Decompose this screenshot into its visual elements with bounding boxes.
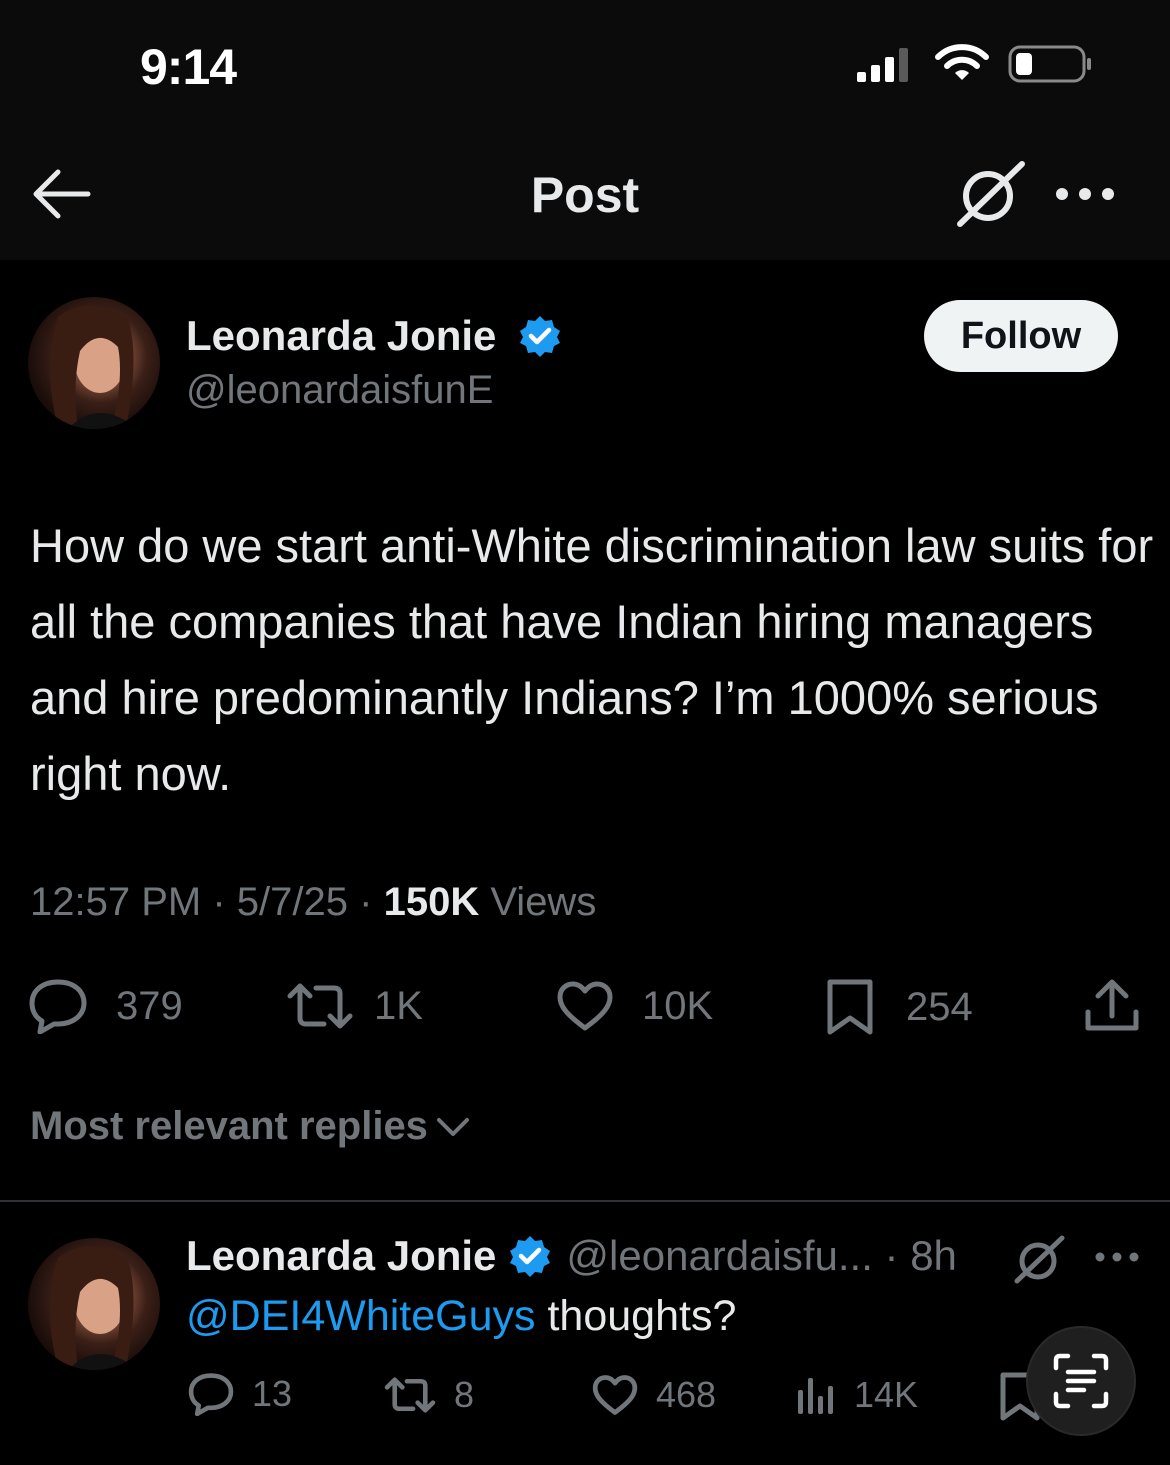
reply-repost-count: 8 — [454, 1374, 475, 1415]
heart-icon — [592, 1375, 638, 1415]
reply-views-button[interactable]: 14K — [796, 1374, 918, 1416]
repost-icon — [287, 983, 353, 1029]
meta-separator: · — [359, 880, 373, 924]
post-time: 12:57 PM — [30, 880, 202, 924]
text-scan-icon — [1053, 1353, 1109, 1409]
reply-reply-count: 13 — [252, 1373, 293, 1414]
divider — [0, 1200, 1170, 1202]
meta-separator: · — [212, 880, 226, 924]
more-icon[interactable] — [1094, 1246, 1140, 1268]
repost-button[interactable]: 1K — [286, 980, 423, 1032]
reply-like-count: 468 — [656, 1374, 717, 1415]
reply-body: thoughts? — [535, 1292, 737, 1340]
reply-header: Leonarda Jonie @leonardaisfu... · 8h — [186, 1232, 957, 1280]
reply-like-button[interactable]: 468 — [592, 1374, 716, 1416]
like-count: 10K — [642, 983, 714, 1028]
wifi-icon — [935, 44, 989, 80]
avatar-image — [50, 305, 138, 429]
bookmark-count: 254 — [906, 984, 973, 1029]
grok-icon[interactable] — [954, 160, 1026, 228]
post-meta: 12:57 PM · 5/7/25 · 150K Views — [30, 880, 596, 925]
bookmark-button[interactable]: 254 — [826, 978, 973, 1036]
reply-views-count: 14K — [854, 1374, 919, 1415]
share-button[interactable] — [1084, 978, 1140, 1034]
reply-repost-button[interactable]: 8 — [384, 1374, 474, 1416]
live-text-button[interactable] — [1028, 1328, 1134, 1434]
follow-button[interactable]: Follow — [924, 300, 1118, 372]
author-name[interactable]: Leonarda Jonie — [186, 312, 496, 360]
reply-count: 379 — [116, 983, 183, 1028]
reply-handle-time[interactable]: @leonardaisfu... · 8h — [566, 1232, 957, 1280]
post-text: How do we start anti-White discriminatio… — [30, 519, 1154, 800]
like-button[interactable]: 10K — [556, 980, 713, 1032]
share-icon — [1085, 979, 1139, 1031]
more-icon[interactable] — [1052, 178, 1118, 210]
reply-icon — [29, 979, 87, 1034]
author-handle[interactable]: @leonardaisfunE — [186, 368, 493, 413]
mention-link[interactable]: @DEI4WhiteGuys — [186, 1292, 536, 1340]
reply-avatar[interactable] — [28, 1238, 160, 1370]
verified-badge-icon — [520, 316, 560, 357]
repost-icon — [384, 1377, 436, 1413]
views-icon — [798, 1378, 833, 1414]
views-count: 150K — [383, 880, 480, 924]
nav-bar: Post — [0, 130, 1170, 260]
avatar[interactable] — [28, 297, 160, 429]
signal-icon — [857, 48, 908, 82]
replies-sort-label: Most relevant replies — [30, 1104, 428, 1148]
chevron-down-icon — [436, 1117, 469, 1136]
status-time: 9:14 — [140, 39, 237, 95]
heart-icon — [557, 981, 613, 1031]
avatar-image — [50, 1246, 138, 1370]
grok-icon[interactable] — [1012, 1234, 1066, 1284]
views-label[interactable]: Views — [490, 880, 596, 924]
status-bar: 9:14 — [0, 0, 1170, 130]
reply-button[interactable]: 379 — [28, 978, 183, 1034]
reply-text: @DEI4WhiteGuys thoughts? — [186, 1292, 736, 1341]
battery-icon — [1008, 45, 1091, 83]
bookmark-icon — [827, 979, 873, 1035]
verified-badge-icon — [510, 1236, 551, 1277]
repost-count: 1K — [374, 983, 423, 1028]
reply-reply-button[interactable]: 13 — [188, 1372, 292, 1416]
reply-author-name[interactable]: Leonarda Jonie — [186, 1232, 496, 1280]
post-date: 5/7/25 — [236, 880, 349, 924]
reply-icon — [188, 1373, 234, 1416]
replies-sort-dropdown[interactable]: Most relevant replies — [30, 1104, 472, 1149]
